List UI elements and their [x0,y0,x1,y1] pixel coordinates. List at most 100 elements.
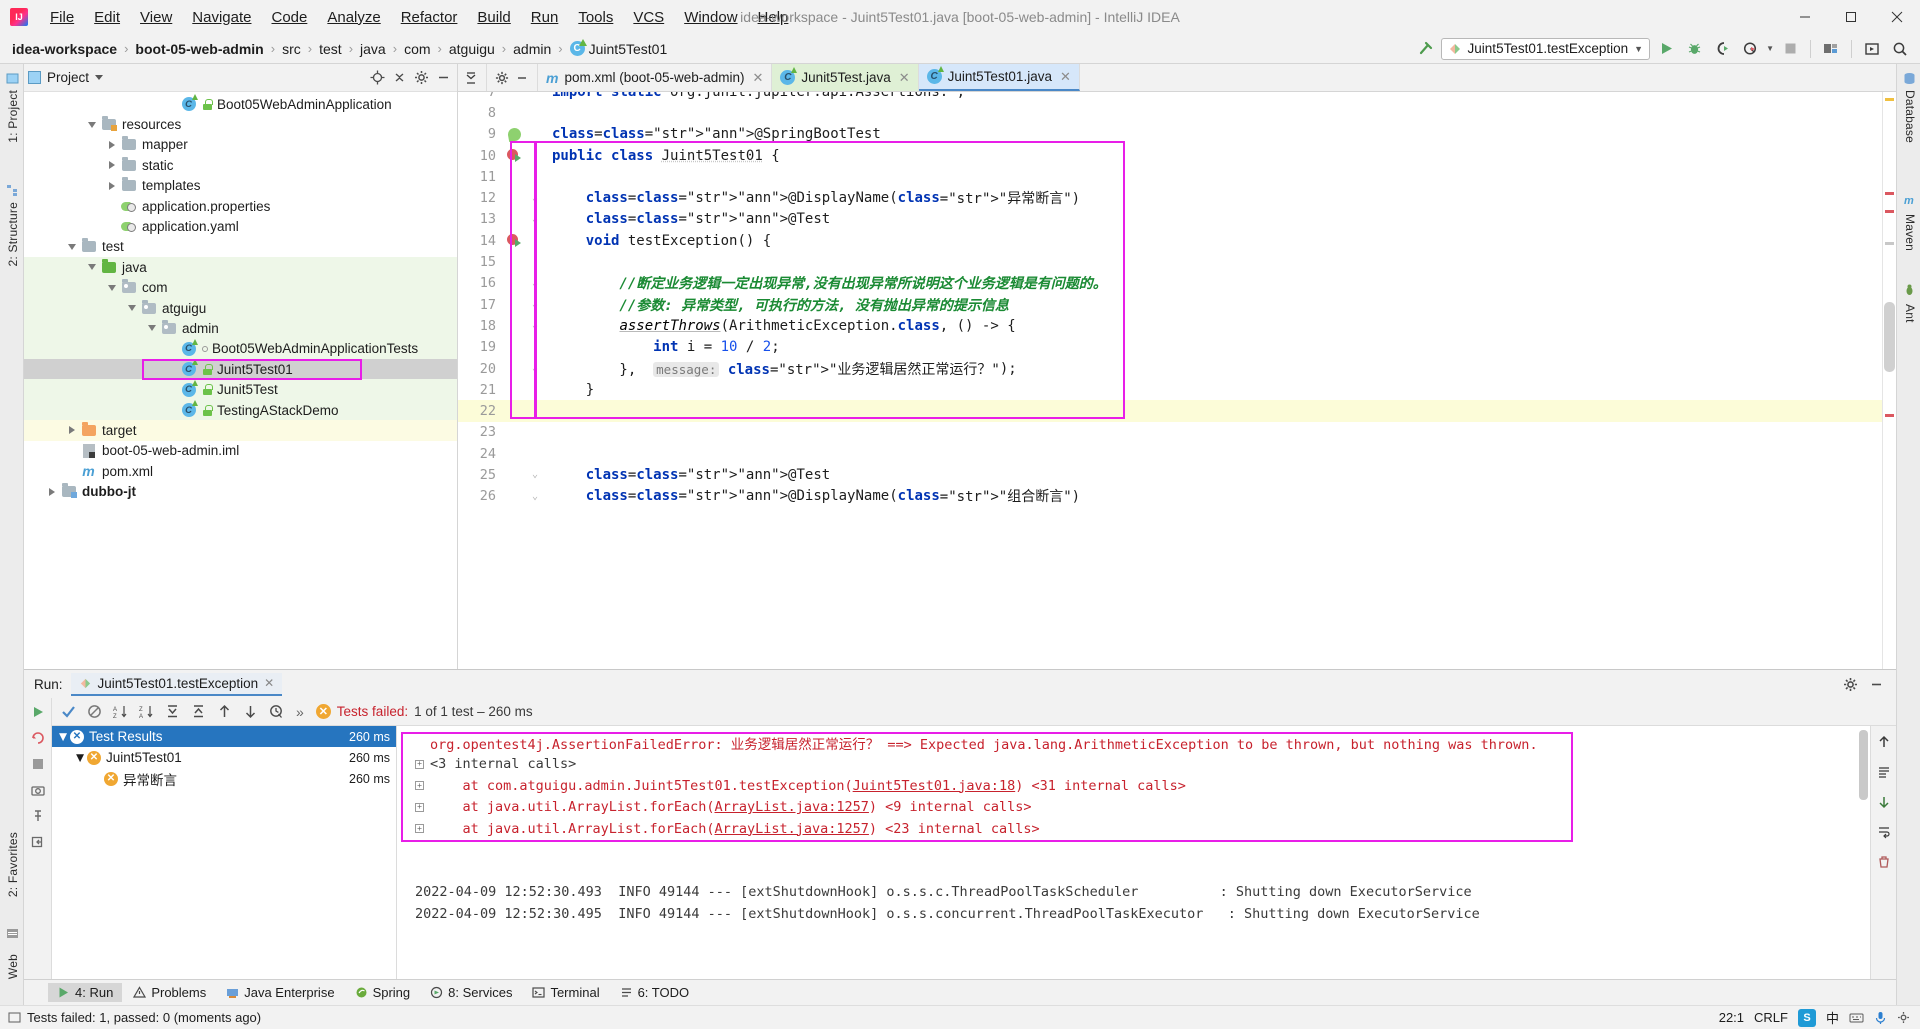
tree-node-testingastackdemo[interactable]: CTestingAStackDemo [24,400,457,420]
chevron-down-icon[interactable] [95,75,103,80]
expand-arrow-icon[interactable] [144,325,160,331]
breadcrumb-item-src[interactable]: src [278,40,305,58]
tree-node-boot-05-web-admin-iml[interactable]: boot-05-web-admin.iml [24,441,457,461]
breadcrumb-item-atguigu[interactable]: atguigu [445,40,499,58]
code-line-26[interactable]: 26⌄ class=class="str">"ann">@DisplayName… [458,486,1896,507]
locate-file-button[interactable] [367,68,387,88]
expand-arrow-icon[interactable]: ▼ [73,750,87,765]
expand-arrow-icon[interactable] [64,244,80,250]
tree-node-juint5test01[interactable]: CJuint5Test01 [24,359,457,379]
profiler-chevron-icon[interactable]: ▼ [1766,44,1774,53]
tool-window-todo[interactable]: 6: TODO [611,983,699,1002]
gutter-marker[interactable] [504,128,524,141]
code-line-12[interactable]: 12⌄ class=class="str">"ann">@DisplayName… [458,187,1896,208]
code-line-25[interactable]: 25⌄ class=class="str">"ann">@Test [458,464,1896,485]
tool-window-run[interactable]: 4: Run [48,983,122,1002]
code-line-18[interactable]: 18⌄ assertThrows(ArithmeticException.cla… [458,315,1896,336]
menu-refactor[interactable]: Refactor [391,5,468,30]
stacktrace-link[interactable]: Juint5Test01.java:18 [853,778,1016,794]
expand-frames-icon[interactable]: + [415,824,424,833]
tool-window-services[interactable]: 8: Services [421,983,521,1002]
spring-bean-gutter-icon[interactable] [506,127,521,142]
run-settings-button[interactable] [1838,672,1862,696]
menu-view[interactable]: View [130,5,182,30]
tree-node-static[interactable]: static [24,155,457,175]
expand-arrow-icon[interactable] [104,285,120,291]
project-tree[interactable]: CBoot05WebAdminApplicationresourcesmappe… [24,92,457,669]
expand-frames-icon[interactable]: + [415,760,424,769]
build-project-button[interactable] [1819,37,1843,61]
ime-toolbar-icon[interactable] [1849,1011,1864,1024]
code-line-22[interactable]: 22 [458,400,1896,421]
tree-node-test[interactable]: test [24,237,457,257]
console-scrollbar-thumb[interactable] [1859,730,1868,800]
test-tree-row-1[interactable]: ▼✕Juint5Test01260 ms [52,747,396,768]
expand-arrow-icon[interactable] [124,305,140,311]
tree-node-resources[interactable]: resources [24,114,457,134]
breadcrumb-item-workspace[interactable]: idea-workspace [8,40,121,58]
tool-window-terminal[interactable]: Terminal [523,983,608,1002]
close-icon[interactable]: ✕ [753,70,764,86]
rail-tab-maven[interactable]: Maven [1899,210,1920,255]
tree-node-target[interactable]: target [24,420,457,440]
code-line-10[interactable]: 10public class Juint5Test01 { [458,145,1896,166]
code-fold-marker[interactable]: ⌄ [524,491,546,502]
settings-button[interactable] [411,68,431,88]
run-tab[interactable]: Juint5Test01.testException ✕ [71,673,283,696]
stacktrace-link[interactable]: ArrayList.java:1257 [714,799,868,815]
scroll-to-end-button[interactable] [1874,792,1894,812]
expand-all-button[interactable] [160,700,184,724]
close-run-button[interactable] [28,832,48,852]
tree-node-admin[interactable]: admin [24,318,457,338]
show-passed-button[interactable] [56,700,80,724]
code-line-19[interactable]: 19 int i = 10 / 2; [458,337,1896,358]
breadcrumb-item-java[interactable]: java [356,40,390,58]
tool-window-spring[interactable]: Spring [346,983,420,1002]
run-configuration-selector[interactable]: Juint5Test01.testException ▼ [1441,38,1651,60]
stop-button[interactable] [28,754,48,774]
pin-tab-button[interactable] [28,806,48,826]
code-line-16[interactable]: 16⌄ //断定业务逻辑一定出现异常,没有出现异常所说明这个业务逻辑是有问题的。 [458,273,1896,294]
minimize-button[interactable] [1782,0,1828,34]
code-line-23[interactable]: 23 [458,422,1896,443]
expand-arrow-icon[interactable] [84,122,100,128]
profiler-button[interactable] [1738,37,1762,61]
tab-pom-xml[interactable]: m pom.xml (boot-05-web-admin) ✕ [538,64,772,91]
close-icon[interactable]: ✕ [1060,69,1071,85]
code-line-24[interactable]: 24 [458,443,1896,464]
rail-tab-web[interactable]: Web [2,950,24,983]
collapse-arrow-icon[interactable] [64,426,80,434]
test-tree-row-2[interactable]: ✕异常断言260 ms [52,768,396,789]
test-results-tree[interactable]: ▼✕Test Results260 ms▼✕Juint5Test01260 ms… [52,726,397,979]
code-line-8[interactable]: 8 [458,102,1896,123]
test-output-console[interactable]: org.opentest4j.AssertionFailedError: 业务逻… [397,726,1870,979]
expand-icon[interactable] [464,71,478,85]
stripe-warning-marker[interactable] [1885,98,1894,101]
rerun-failed-button[interactable] [28,728,48,748]
tree-node-application-properties[interactable]: application.properties [24,196,457,216]
code-line-21[interactable]: 21 } [458,379,1896,400]
console-line-1[interactable]: +<3 internal calls> [397,754,1870,776]
test-tree-row-0[interactable]: ▼✕Test Results260 ms [52,726,396,747]
menu-build[interactable]: Build [467,5,520,30]
previous-failed-button[interactable] [212,700,236,724]
console-line-2[interactable]: + at com.atguigu.admin.Juint5Test01.test… [397,775,1870,797]
console-line-0[interactable]: org.opentest4j.AssertionFailedError: 业务逻… [397,732,1870,754]
rail-tab-ant[interactable]: Ant [1899,300,1920,327]
test-history-button[interactable] [264,700,288,724]
menu-window[interactable]: Window [674,5,747,30]
caret-position[interactable]: 22:1 [1719,1010,1744,1025]
stripe-change-marker[interactable] [1885,242,1894,245]
toolbar-overflow-icon[interactable]: » [296,704,304,720]
run-test-gutter-icon[interactable] [507,234,521,248]
rerun-button[interactable] [28,702,48,722]
maximize-button[interactable] [1828,0,1874,34]
expand-arrow-icon[interactable]: ▼ [56,729,70,744]
tab-junit5test[interactable]: C Junit5Test.java ✕ [772,64,918,91]
code-content[interactable]: 7import static org.junit.jupiter.api.Ass… [458,92,1896,669]
tree-node-boot05webadminapplicationtests[interactable]: CBoot05WebAdminApplicationTests [24,339,457,359]
tree-node-junit5test[interactable]: CJunit5Test [24,379,457,399]
hide-panel-button[interactable] [433,68,453,88]
stop-button[interactable] [1778,37,1802,61]
editor-scrollbar-thumb[interactable] [1884,302,1895,372]
